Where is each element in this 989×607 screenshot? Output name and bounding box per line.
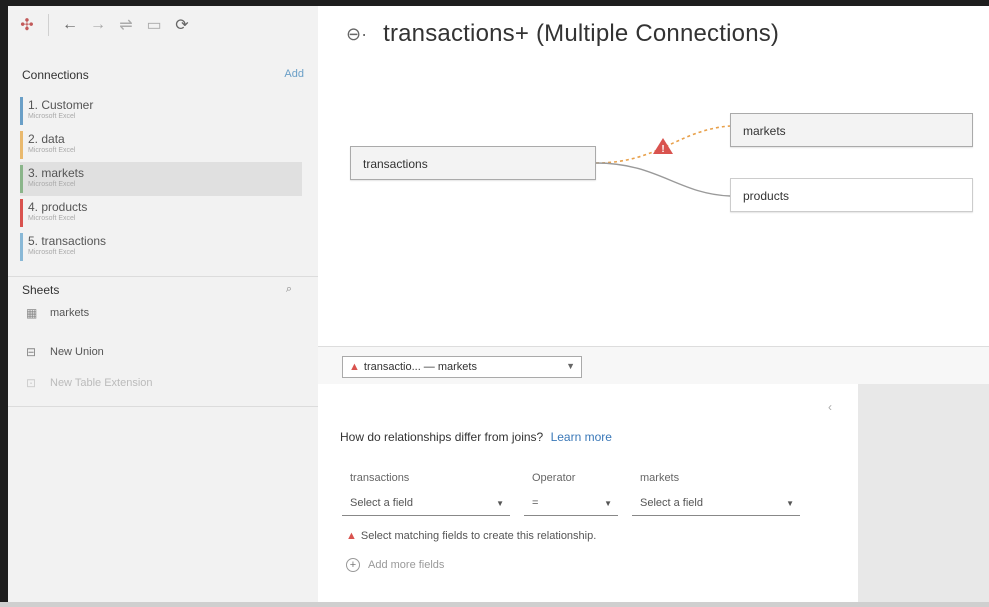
data-source-canvas: ⊖· transactions+ (Multiple Connections) …	[318, 6, 989, 346]
relationship-question: How do relationships differ from joins?	[340, 430, 544, 444]
table-icon: ▦	[26, 306, 38, 320]
connection-type: Microsoft Excel	[28, 147, 76, 154]
warning-icon: ▲	[346, 530, 357, 542]
table-markets[interactable]: markets	[730, 113, 973, 147]
back-arrow-icon[interactable]: ←	[59, 14, 81, 36]
connection-color-bar	[20, 97, 23, 125]
connection-color-bar	[20, 233, 23, 261]
connections-title: Connections	[22, 68, 89, 82]
relationship-selector[interactable]: ▲ transactio... — markets ▼	[342, 356, 582, 378]
warning-icon: ▲	[349, 361, 360, 373]
connection-name: 4. products	[28, 200, 88, 214]
connection-item-customer[interactable]: 1. Customer Microsoft Excel	[20, 94, 302, 128]
connection-name: 1. Customer	[28, 98, 94, 112]
operator-dropdown[interactable]: = ▼	[524, 492, 618, 516]
add-connection-link[interactable]: Add	[284, 68, 304, 82]
union-icon: ⊟	[26, 345, 37, 359]
relationship-panel: ‹ How do relationships differ from joins…	[318, 384, 858, 602]
sheet-label: New Table Extension	[50, 377, 153, 389]
chevron-down-icon: ▼	[566, 361, 575, 371]
table-transactions[interactable]: transactions	[350, 146, 596, 180]
connection-type: Microsoft Excel	[28, 249, 76, 256]
operator-header: Operator	[532, 472, 576, 484]
sheets-header: Sheets ⌕	[22, 283, 292, 297]
sheet-item-new-table-extension: ⊡ New Table Extension	[26, 376, 153, 390]
refresh-icon[interactable]: ⟳	[171, 14, 193, 36]
relationship-warning: ▲ Select matching fields to create this …	[346, 530, 596, 542]
connection-color-bar	[20, 131, 23, 159]
bottom-strip	[0, 602, 989, 607]
sheet-label: markets	[50, 307, 90, 319]
left-sidebar: ✣ ← → ⇌ ▭ ⟳ Connections Add 1. Customer …	[8, 6, 318, 602]
sheets-divider	[8, 276, 318, 277]
chevron-down-icon: ▼	[496, 499, 504, 508]
sheet-item-new-union[interactable]: ⊟ New Union	[26, 345, 104, 359]
add-more-label: Add more fields	[368, 559, 445, 571]
sheet-item-markets[interactable]: ▦ markets	[26, 306, 89, 320]
left-field-dropdown[interactable]: Select a field ▼	[342, 492, 510, 516]
relationship-help: How do relationships differ from joins? …	[340, 430, 612, 444]
search-icon[interactable]: ⌕	[286, 283, 292, 297]
connection-type: Microsoft Excel	[28, 113, 76, 120]
toolbar: ✣ ← → ⇌ ▭ ⟳	[8, 6, 318, 44]
connection-item-products[interactable]: 4. products Microsoft Excel	[20, 196, 302, 230]
warning-icon: !	[653, 138, 673, 155]
connection-name: 3. markets	[28, 166, 85, 180]
connection-item-data[interactable]: 2. data Microsoft Excel	[20, 128, 302, 162]
connection-item-transactions[interactable]: 5. transactions Microsoft Excel	[20, 230, 302, 264]
forward-arrow-icon[interactable]: →	[87, 14, 109, 36]
connection-type: Microsoft Excel	[28, 215, 76, 222]
operator-value: =	[532, 497, 539, 509]
warning-text: Select matching fields to create this re…	[360, 530, 597, 542]
sheet-label: New Union	[50, 346, 104, 358]
connection-name: 2. data	[28, 132, 65, 146]
relationship-selector-label: transactio... — markets	[363, 361, 477, 373]
right-field-dropdown[interactable]: Select a field ▼	[632, 492, 800, 516]
data-source-icon[interactable]: ⇌	[115, 14, 137, 36]
plus-circle-icon: +	[346, 558, 360, 572]
table-products[interactable]: products	[730, 178, 973, 212]
connection-type: Microsoft Excel	[28, 181, 76, 188]
right-field-value: Select a field	[640, 497, 703, 509]
left-field-header: transactions	[350, 472, 410, 484]
left-field-value: Select a field	[350, 497, 413, 509]
pause-icon[interactable]: ▭	[143, 14, 165, 36]
relationship-bar: ▲ transactio... — markets ▼	[318, 346, 989, 384]
connection-color-bar	[20, 165, 23, 193]
chevron-down-icon: ▼	[786, 499, 794, 508]
connections-list: 1. Customer Microsoft Excel 2. data Micr…	[20, 94, 302, 264]
relationship-line-products	[595, 162, 731, 197]
connection-item-markets[interactable]: 3. markets Microsoft Excel	[20, 162, 302, 196]
add-more-fields-button[interactable]: + Add more fields	[346, 558, 444, 572]
connection-color-bar	[20, 199, 23, 227]
svg-text:!: !	[661, 144, 664, 155]
sheets-title: Sheets	[22, 283, 60, 297]
preview-area	[858, 384, 989, 602]
right-field-header: markets	[640, 472, 680, 484]
tableau-logo-icon[interactable]: ✣	[16, 14, 38, 36]
connection-name: 5. transactions	[28, 234, 107, 248]
learn-more-link[interactable]: Learn more	[551, 430, 612, 444]
chevron-down-icon: ▼	[604, 499, 612, 508]
collapse-icon[interactable]: ‹	[828, 400, 832, 414]
sidebar-divider	[8, 406, 318, 407]
table-extension-icon: ⊡	[26, 376, 37, 390]
connections-header: Connections Add	[22, 68, 304, 82]
toolbar-divider	[48, 14, 49, 36]
